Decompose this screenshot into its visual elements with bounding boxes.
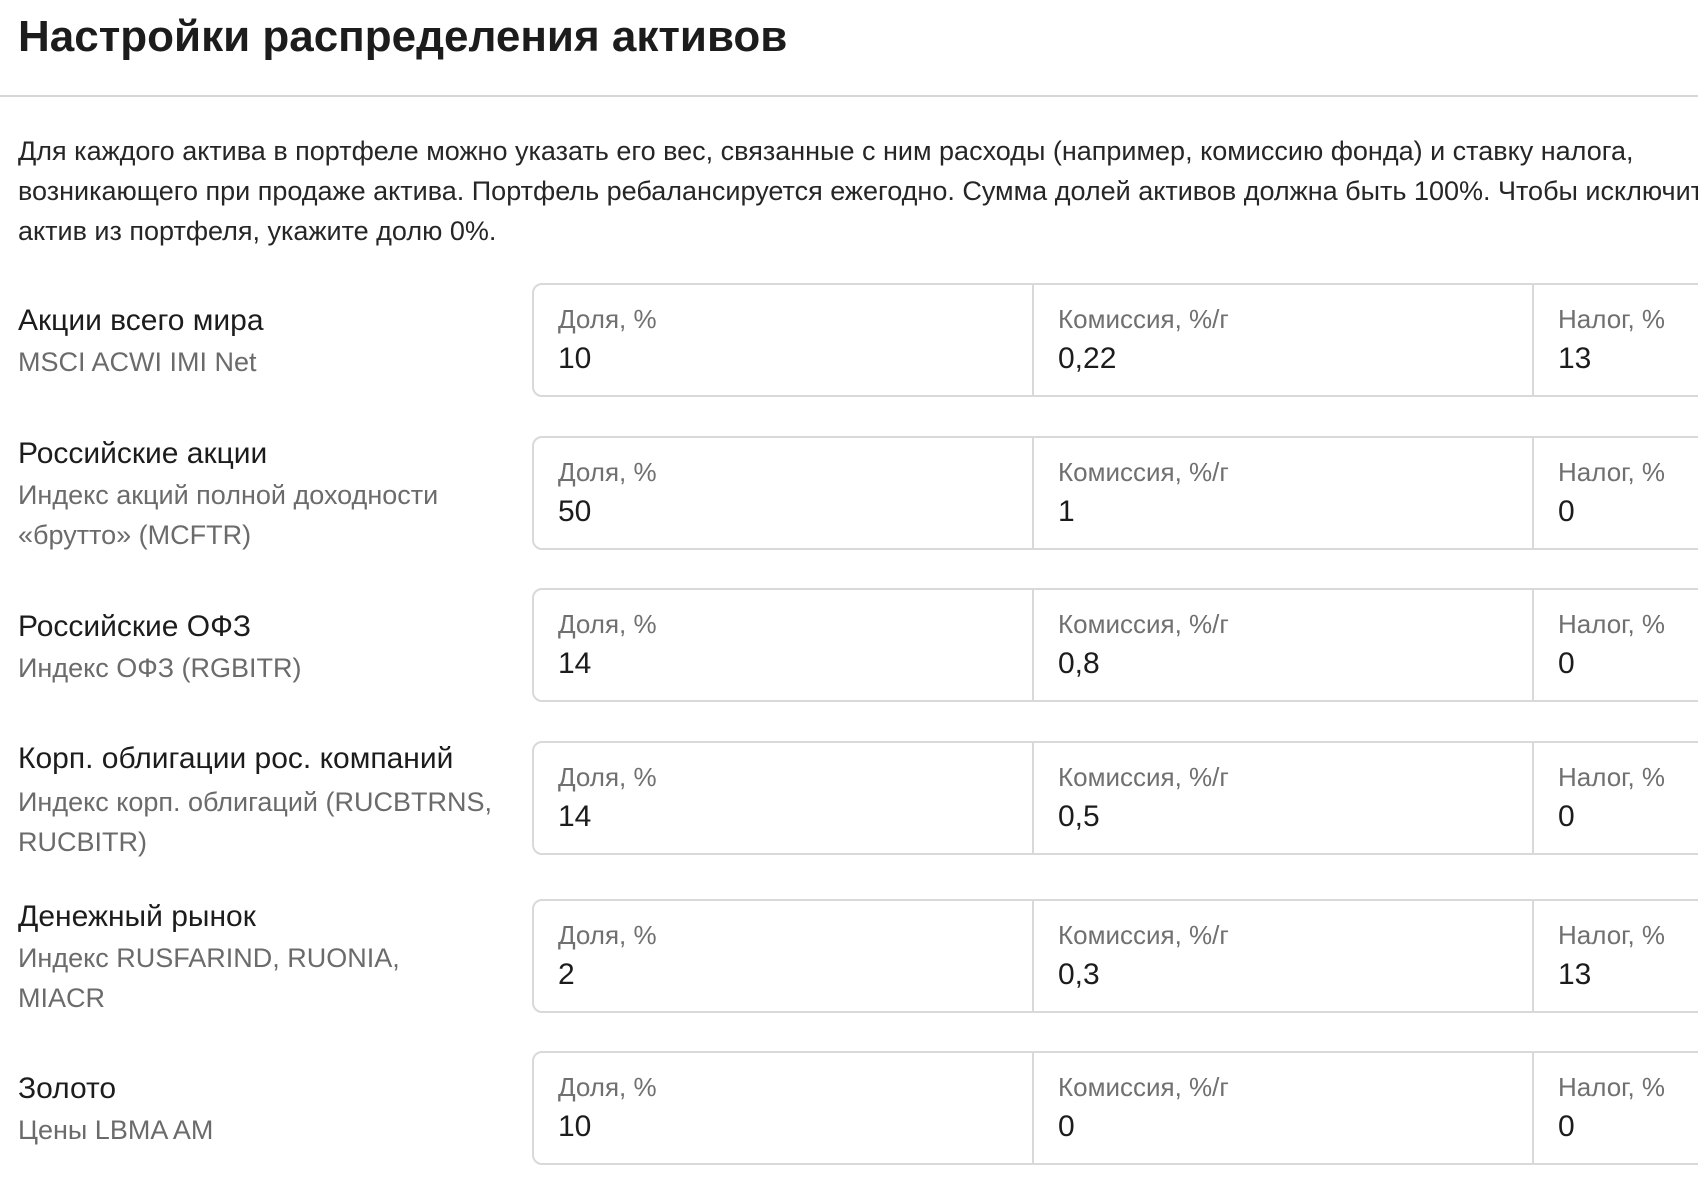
fee-input[interactable] [1058,955,1498,995]
fee-label: Комиссия, %/г [1058,457,1229,487]
asset-index: MSCI ACWI IMI Net [18,347,257,377]
fee-input[interactable] [1058,339,1498,379]
asset-fields-corporate-bonds: Доля, % Комиссия, %/г Налог, % [532,741,1698,855]
tax-field[interactable]: Налог, % [1534,590,1698,700]
tax-label: Налог, % [1558,304,1666,334]
share-label: Доля, % [558,304,657,334]
tax-label: Налог, % [1558,920,1666,950]
share-input[interactable] [558,955,998,995]
asset-allocation-page: Настройки распределения активов Для кажд… [0,0,1698,1184]
tax-field[interactable]: Налог, % [1534,901,1698,1011]
share-field[interactable]: Доля, % [534,285,1034,395]
asset-fields-russian-ofz: Доля, % Комиссия, %/г Налог, % [532,588,1698,702]
asset-index: Индекс RUSFARIND, RUONIA, MIACR [18,943,400,1013]
fee-field[interactable]: Комиссия, %/г [1034,743,1534,853]
page-description: Для каждого актива в портфеле можно указ… [18,136,1698,246]
asset-index: Индекс ОФЗ (RGBITR) [18,653,302,683]
asset-name: Российские ОФЗ [18,610,252,643]
tax-input[interactable] [1558,492,1698,532]
asset-fields-gold: Доля, % Комиссия, %/г Налог, % [532,1051,1698,1165]
fee-input[interactable] [1058,797,1498,837]
tax-field[interactable]: Налог, % [1534,1053,1698,1163]
share-field[interactable]: Доля, % [534,590,1034,700]
asset-fields-money-market: Доля, % Комиссия, %/г Налог, % [532,899,1698,1013]
fee-label: Комиссия, %/г [1058,762,1229,792]
fee-field[interactable]: Комиссия, %/г [1034,285,1534,395]
fee-label: Комиссия, %/г [1058,304,1229,334]
asset-name: Золото [18,1072,117,1105]
asset-name: Российские акции [18,437,268,470]
tax-input[interactable] [1558,797,1698,837]
asset-index: Индекс акций полной доходности «брутто» … [18,480,439,550]
fee-input[interactable] [1058,492,1498,532]
tax-input[interactable] [1558,1107,1698,1147]
share-label: Доля, % [558,1072,657,1102]
asset-index: Цены LBMA AM [18,1115,214,1145]
tax-field[interactable]: Налог, % [1534,285,1698,395]
fee-label: Комиссия, %/г [1058,609,1229,639]
tax-label: Налог, % [1558,762,1666,792]
tax-field[interactable]: Налог, % [1534,438,1698,548]
share-input[interactable] [558,492,998,532]
asset-index: Индекс корп. облигаций (RUCBTRNS, RUCBIT… [18,787,492,857]
tax-label: Налог, % [1558,457,1666,487]
share-label: Доля, % [558,762,657,792]
page-header: Настройки распределения активов [0,0,1698,97]
tax-label: Налог, % [1558,1072,1666,1102]
fee-label: Комиссия, %/г [1058,920,1229,950]
share-label: Доля, % [558,609,657,639]
fee-field[interactable]: Комиссия, %/г [1034,438,1534,548]
share-field[interactable]: Доля, % [534,1053,1034,1163]
fee-label: Комиссия, %/г [1058,1072,1229,1102]
tax-input[interactable] [1558,339,1698,379]
asset-name: Корп. облигации рос. компаний [18,742,454,775]
fee-field[interactable]: Комиссия, %/г [1034,901,1534,1011]
tax-label: Налог, % [1558,609,1666,639]
asset-fields-world-stocks: Доля, % Комиссия, %/г Налог, % [532,283,1698,397]
share-label: Доля, % [558,920,657,950]
share-input[interactable] [558,644,998,684]
share-input[interactable] [558,1107,998,1147]
asset-name: Денежный рынок [18,900,256,933]
share-input[interactable] [558,797,998,837]
tax-input[interactable] [1558,644,1698,684]
tax-field[interactable]: Налог, % [1534,743,1698,853]
fee-input[interactable] [1058,1107,1498,1147]
fee-input[interactable] [1058,644,1498,684]
share-label: Доля, % [558,457,657,487]
asset-fields-russian-stocks: Доля, % Комиссия, %/г Налог, % [532,436,1698,550]
share-field[interactable]: Доля, % [534,438,1034,548]
share-field[interactable]: Доля, % [534,901,1034,1011]
share-input[interactable] [558,339,998,379]
tax-input[interactable] [1558,955,1698,995]
share-field[interactable]: Доля, % [534,743,1034,853]
page-title: Настройки распределения активов [18,12,788,61]
fee-field[interactable]: Комиссия, %/г [1034,1053,1534,1163]
fee-field[interactable]: Комиссия, %/г [1034,590,1534,700]
asset-name: Акции всего мира [18,304,264,337]
